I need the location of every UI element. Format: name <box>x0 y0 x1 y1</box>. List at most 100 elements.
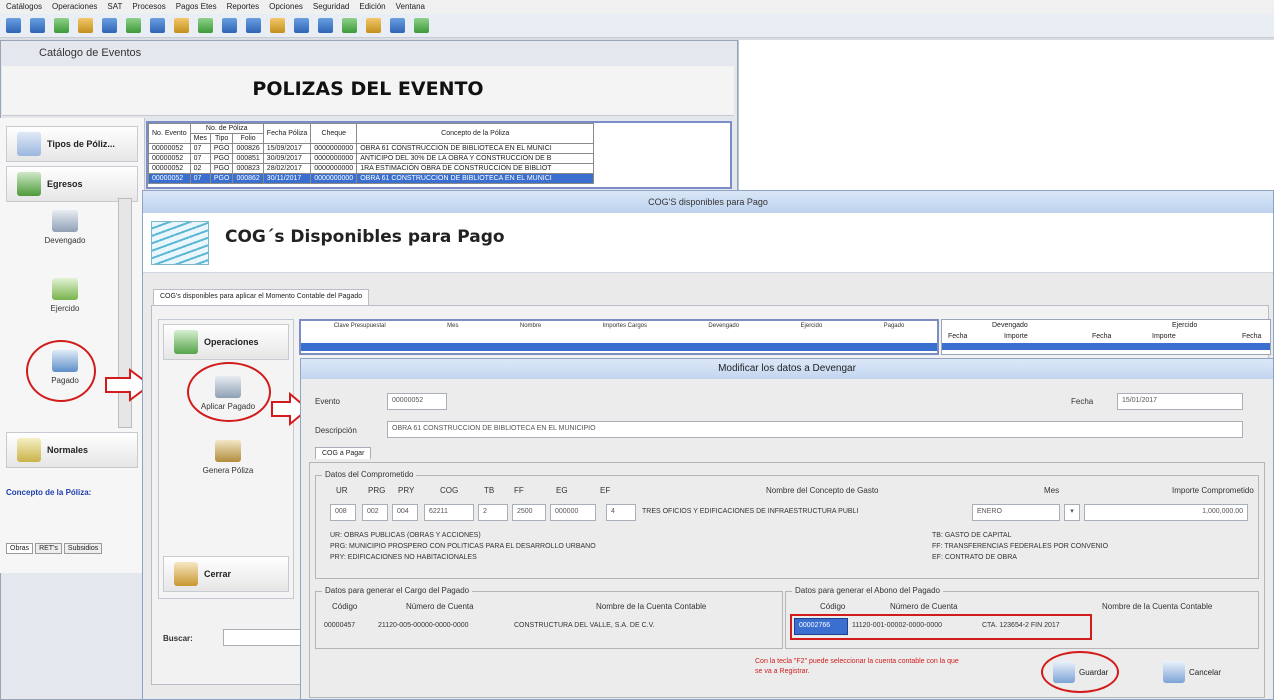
toolbar-button-icon[interactable] <box>246 18 261 33</box>
col-header: Pagado <box>883 323 905 329</box>
menu-item-edicion[interactable]: Edición <box>359 2 385 12</box>
guardar-highlight-circle <box>1041 651 1119 693</box>
col-header: Devengado <box>708 323 740 329</box>
tab-rets[interactable]: RET's <box>35 543 62 554</box>
devengado-label: Devengado <box>44 236 86 245</box>
menu-item-catalogos[interactable]: Catálogos <box>6 2 42 12</box>
tab-obras[interactable]: Obras <box>6 543 34 554</box>
cargo-legend: Datos para generar el Cargo del Pagado <box>322 586 473 595</box>
menu-item-operaciones[interactable]: Operaciones <box>52 2 97 12</box>
descripcion-field[interactable]: OBRA 61 CONSTRUCCION DE BIBLIOTECA EN EL… <box>387 421 1243 438</box>
genera-poliza-button[interactable]: Genera Póliza <box>173 440 283 475</box>
tab-cog-a-pagar[interactable]: COG a Pagar <box>315 447 372 459</box>
cargo-cuenta: 21120-005-00000-0000-0000 <box>378 622 469 629</box>
cog-window-title: COG'S disponibles para Pago <box>143 191 1273 213</box>
mes-select[interactable]: ENERO <box>972 504 1060 521</box>
cell: 0000000000 <box>310 163 358 174</box>
col-cog: COG <box>440 486 459 495</box>
toolbar-button-icon[interactable] <box>222 18 237 33</box>
cell: PGO <box>209 163 234 174</box>
devengado-icon <box>52 210 78 232</box>
prg-field[interactable]: 002 <box>362 504 388 521</box>
cerrar-button[interactable]: Cerrar <box>163 556 289 592</box>
col-header: Fecha Póliza <box>262 123 312 144</box>
nav-normales-label: Normales <box>47 445 89 455</box>
col-subheader: Mes <box>189 133 211 144</box>
grid-selected-row[interactable] <box>942 343 1270 350</box>
toolbar-button-icon[interactable] <box>174 18 189 33</box>
menu-item-pagos[interactable]: Pagos Etes <box>176 2 217 12</box>
importe-comprometido-field[interactable]: 1,000,000.00 <box>1084 504 1248 521</box>
menu-item-reportes[interactable]: Reportes <box>227 2 259 12</box>
toolbar-button-icon[interactable] <box>390 18 405 33</box>
toolbar-button-icon[interactable] <box>318 18 333 33</box>
menu-bar: Catálogos Operaciones SAT Procesos Pagos… <box>0 0 1274 14</box>
cell: OBRA 61 CONSTRUCCION DE BIBLIOTECA EN EL… <box>356 143 595 154</box>
toolbar-button-icon[interactable] <box>198 18 213 33</box>
toolbar-button-icon[interactable] <box>342 18 357 33</box>
toolbar-button-icon[interactable] <box>30 18 45 33</box>
cell: 00000052 <box>148 163 191 174</box>
desc-ff: FF: TRANSFERENCIAS FEDERALES POR CONVENI… <box>932 543 1109 550</box>
cell: PGO <box>209 153 234 164</box>
cancelar-button[interactable]: Cancelar <box>1163 661 1221 683</box>
ef-field[interactable]: 4 <box>606 504 636 521</box>
table-row[interactable]: 00000052 07 PGO 000826 15/09/2017 0000000000 O… <box>148 143 595 154</box>
abono-codigo-field[interactable]: 00002766 <box>794 618 848 635</box>
nav-tipos-poliza[interactable]: Tipos de Póliz... <box>6 126 138 162</box>
cell: ANTICIPO DEL 30% DE LA OBRA Y CONSTRUCCI… <box>356 153 595 164</box>
col-header: Clave Presupuestal <box>333 323 386 329</box>
col-ff: FF <box>514 486 524 495</box>
toolbar-button-icon[interactable] <box>150 18 165 33</box>
polizas-title: POLIZAS DEL EVENTO <box>2 66 734 116</box>
eg-field[interactable]: 000000 <box>550 504 596 521</box>
cog-field[interactable]: 62211 <box>424 504 474 521</box>
menu-item-sat[interactable]: SAT <box>107 2 122 12</box>
nav-ejercido[interactable]: Ejercido <box>10 278 120 313</box>
toolbar-button-icon[interactable] <box>126 18 141 33</box>
table-row[interactable]: 00000052 07 PGO 000851 30/09/2017 0000000000 A… <box>148 153 595 164</box>
fecha-field[interactable]: 15/01/2017 <box>1117 393 1243 410</box>
right-blank-panel <box>738 40 1274 190</box>
cell: 0000000000 <box>310 173 358 184</box>
tab-subsidios[interactable]: Subsidios <box>63 543 103 554</box>
toolbar-button-icon[interactable] <box>294 18 309 33</box>
toolbar-button-icon[interactable] <box>6 18 21 33</box>
genera-poliza-icon <box>215 440 241 462</box>
table-row[interactable]: 00000052 02 PGO 000823 28/02/2017 0000000000 1… <box>148 163 595 174</box>
menu-item-opciones[interactable]: Opciones <box>269 2 303 12</box>
nav-devengado[interactable]: Devengado <box>10 210 120 245</box>
toolbar-button-icon[interactable] <box>78 18 93 33</box>
devengado-ejercido-grid[interactable]: Devengado Ejercido Fecha Importe Fecha I… <box>941 319 1271 355</box>
tb-field[interactable]: 2 <box>478 504 508 521</box>
table-row-selected[interactable]: 00000052 07 PGO 000862 30/11/2017 0000000000 O… <box>148 173 595 184</box>
col-ef: EF <box>600 486 611 495</box>
toolbar-button-icon[interactable] <box>54 18 69 33</box>
toolbar-button-icon[interactable] <box>414 18 429 33</box>
nav-normales[interactable]: Normales <box>6 432 138 468</box>
left-nav: Tipos de Póliz... Egresos Devengado Ejer… <box>0 118 145 573</box>
cell: 000862 <box>232 173 264 184</box>
ur-field[interactable]: 008 <box>330 504 356 521</box>
desc-prg: PRG: MUNICIPIO PROSPERO CON POLITICAS PA… <box>330 543 596 550</box>
mes-dropdown-chevron-down-icon[interactable]: ▾ <box>1064 504 1080 521</box>
desc-ef: EF: CONTRATO DE OBRA <box>932 554 1017 561</box>
tab-cog-disponibles[interactable]: COG's disponibles para aplicar el Moment… <box>153 289 370 305</box>
menu-item-procesos[interactable]: Procesos <box>132 2 165 12</box>
nombre-concepto-value: TRES OFICIOS Y EDIFICACIONES DE INFRAEST… <box>642 508 859 515</box>
menu-item-seguridad[interactable]: Seguridad <box>313 2 349 12</box>
ff-field[interactable]: 2500 <box>512 504 546 521</box>
polizas-grid[interactable]: No. Evento No. de Póliza Fecha Póliza Ch… <box>146 121 732 189</box>
abono-group: Datos para generar el Abono del Pagado C… <box>785 586 1259 649</box>
menu-item-ventana[interactable]: Ventana <box>396 2 425 12</box>
cog-grid[interactable]: Clave Presupuestal Mes Nombre Importes C… <box>299 319 939 355</box>
toolbar-button-icon[interactable] <box>270 18 285 33</box>
toolbar-button-icon[interactable] <box>102 18 117 33</box>
pry-field[interactable]: 004 <box>392 504 418 521</box>
cog-grid-selected-row[interactable] <box>301 343 937 351</box>
nav-egresos[interactable]: Egresos <box>6 166 138 202</box>
cog-logo-icon <box>151 221 209 265</box>
buscar-input[interactable] <box>223 629 303 646</box>
evento-field[interactable]: 00000052 <box>387 393 447 410</box>
toolbar-button-icon[interactable] <box>366 18 381 33</box>
